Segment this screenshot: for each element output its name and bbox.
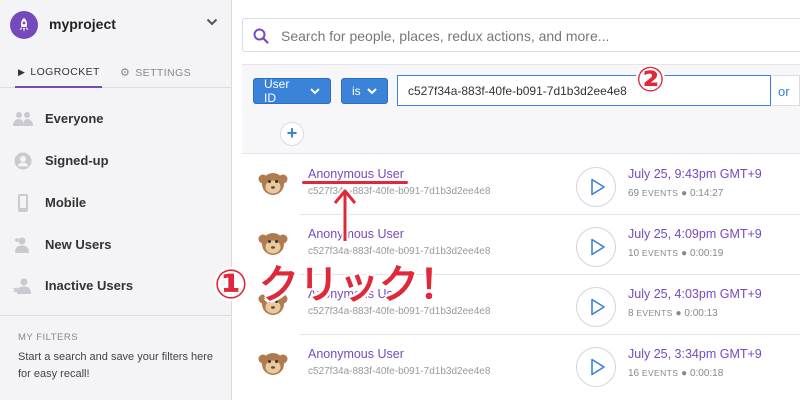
project-switcher[interactable]: myproject	[0, 0, 232, 50]
play-session-button[interactable]	[576, 227, 616, 267]
session-meta: 16 EVENTS ● 0:00:18	[628, 368, 724, 379]
sidebar-item-label: New Users	[45, 237, 112, 252]
session-time: July 25, 4:03pm GMT+9	[628, 287, 762, 301]
tab-logrocket-label: LOGROCKET	[30, 66, 100, 78]
play-session-button[interactable]	[576, 287, 616, 327]
tab-logrocket[interactable]: ▶ LOGROCKET	[18, 66, 100, 78]
mobile-icon	[18, 194, 28, 212]
rocket-logo-icon	[10, 11, 38, 39]
filter-operator-dropdown[interactable]: is	[341, 78, 388, 104]
filter-field-label: User ID	[264, 77, 290, 105]
monkey-avatar-icon	[258, 173, 288, 195]
sidebar-item-new-users[interactable]: New Users	[0, 225, 232, 265]
session-meta: 8 EVENTS ● 0:00:13	[628, 308, 718, 319]
session-time: July 25, 3:34pm GMT+9	[628, 347, 762, 361]
user-name-link[interactable]: Anonymous User	[308, 167, 404, 181]
tab-settings[interactable]: ⚙ SETTINGS	[120, 66, 191, 79]
session-row[interactable]: Anonymous User c527f34a-883f-40fe-b091-7…	[242, 335, 800, 395]
search-bar	[242, 18, 800, 52]
annotation-step-two: ②	[636, 61, 665, 99]
session-time: July 25, 9:43pm GMT+9	[628, 167, 762, 181]
add-user-icon	[15, 237, 29, 253]
people-icon	[13, 112, 33, 126]
play-small-icon: ▶	[18, 67, 26, 77]
events-label: EVENTS	[641, 248, 679, 258]
user-id: c527f34a-883f-40fe-b091-7d1b3d2ee4e8	[308, 366, 491, 377]
filter-panel: User ID is c527f34a-883f-40fe-b091-7d1b3…	[242, 64, 800, 154]
play-session-button[interactable]	[576, 167, 616, 207]
sidebar-item-signed-up[interactable]: Signed-up	[0, 141, 232, 181]
session-duration: 0:00:18	[689, 368, 724, 379]
sidebar-item-label: Inactive Users	[45, 278, 134, 293]
search-input[interactable]	[281, 25, 781, 47]
or-button[interactable]: or	[772, 75, 800, 106]
filters-hint: Start a search and save your filters her…	[18, 351, 214, 380]
event-count: 16	[628, 368, 640, 379]
filter-field-dropdown[interactable]: User ID	[253, 77, 331, 105]
sidebar-item-everyone[interactable]: Everyone	[0, 99, 232, 139]
annotation-click-label: ① クリック！	[214, 263, 459, 307]
session-duration: 0:14:27	[689, 188, 724, 199]
session-duration: 0:00:13	[684, 308, 718, 319]
chevron-down-icon	[310, 87, 320, 94]
chevron-down-icon	[366, 87, 377, 94]
filters-title: MY FILTERS	[18, 332, 79, 343]
remove-user-icon	[13, 278, 31, 294]
tab-settings-label: SETTINGS	[135, 67, 191, 79]
gear-icon: ⚙	[120, 67, 131, 79]
sidebar-item-mobile[interactable]: Mobile	[0, 183, 232, 223]
user-name-link[interactable]: Anonymous User	[308, 347, 404, 361]
sidebar-item-label: Signed-up	[45, 153, 109, 168]
filter-value-input[interactable]: c527f34a-883f-40fe-b091-7d1b3d2ee4e8	[397, 75, 771, 106]
annotation-underline	[302, 181, 408, 184]
sidebar-item-inactive-users[interactable]: Inactive Users	[0, 266, 232, 306]
events-label: EVENTS	[641, 188, 679, 198]
sidebar-item-label: Everyone	[45, 111, 104, 126]
sidebar-tabs: ▶ LOGROCKET ⚙ SETTINGS	[0, 58, 232, 88]
play-session-button[interactable]	[576, 347, 616, 387]
divider	[0, 315, 232, 316]
search-icon	[253, 28, 269, 44]
event-count: 10	[628, 248, 640, 259]
chevron-down-icon	[206, 18, 218, 26]
play-icon	[591, 178, 605, 196]
event-count: 8	[628, 308, 634, 319]
monkey-avatar-icon	[258, 353, 288, 375]
play-icon	[591, 238, 605, 256]
session-time: July 25, 4:09pm GMT+9	[628, 227, 762, 241]
filter-operator-label: is	[352, 84, 361, 98]
sidebar: myproject ▶ LOGROCKET ⚙ SETTINGS Everyone …	[0, 0, 232, 400]
session-row[interactable]: Anonymous User c527f34a-883f-40fe-b091-7…	[242, 155, 800, 215]
session-meta: 69 EVENTS ● 0:14:27	[628, 188, 724, 199]
user-circle-icon	[14, 152, 32, 170]
session-meta: 10 EVENTS ● 0:00:19	[628, 248, 724, 259]
sidebar-item-label: Mobile	[45, 195, 87, 210]
active-tab-indicator	[15, 86, 102, 88]
project-name: myproject	[49, 16, 116, 32]
play-icon	[591, 358, 605, 376]
session-duration: 0:00:19	[689, 248, 724, 259]
events-label: EVENTS	[641, 368, 679, 378]
arrow-up-icon	[333, 187, 357, 241]
add-filter-button[interactable]: +	[280, 122, 304, 146]
events-label: EVENTS	[636, 308, 673, 318]
play-icon	[591, 298, 605, 316]
event-count: 69	[628, 188, 640, 199]
